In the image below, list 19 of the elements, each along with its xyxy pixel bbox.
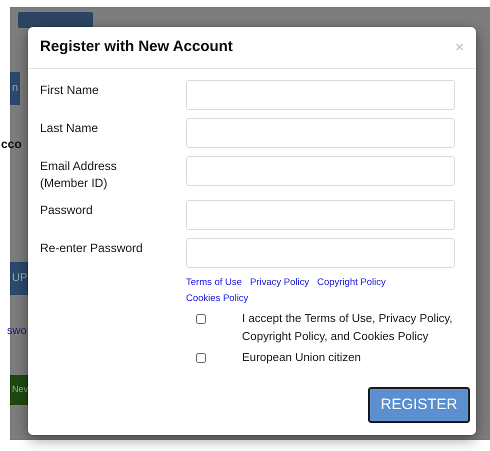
- input-field[interactable]: [186, 156, 455, 186]
- input-field[interactable]: [186, 238, 455, 268]
- modal-title: Register with New Account: [40, 37, 233, 58]
- field-label: Password: [40, 202, 94, 219]
- policy-link[interactable]: Privacy Policy: [250, 276, 310, 290]
- policy-link[interactable]: Copyright Policy: [317, 276, 386, 290]
- policy-link[interactable]: Terms of Use: [186, 276, 242, 290]
- input-field[interactable]: [186, 80, 455, 110]
- field-label: Re-enter Password: [40, 240, 144, 257]
- field-label: Email Address (Member ID): [40, 158, 118, 192]
- field-label: Last Name: [40, 120, 100, 137]
- policy-link[interactable]: Cookies Policy: [186, 292, 248, 306]
- checkbox-label: European Union citizen: [242, 350, 362, 366]
- checkbox[interactable]: [196, 314, 206, 324]
- input-field[interactable]: [186, 200, 455, 230]
- checkbox[interactable]: [196, 352, 206, 362]
- field-label: First Name: [40, 82, 100, 99]
- input-field[interactable]: [186, 118, 455, 148]
- checkbox-label: I accept the Terms of Use, Privacy Policy, Copyright Policy, and Cookies Policy: [242, 312, 454, 344]
